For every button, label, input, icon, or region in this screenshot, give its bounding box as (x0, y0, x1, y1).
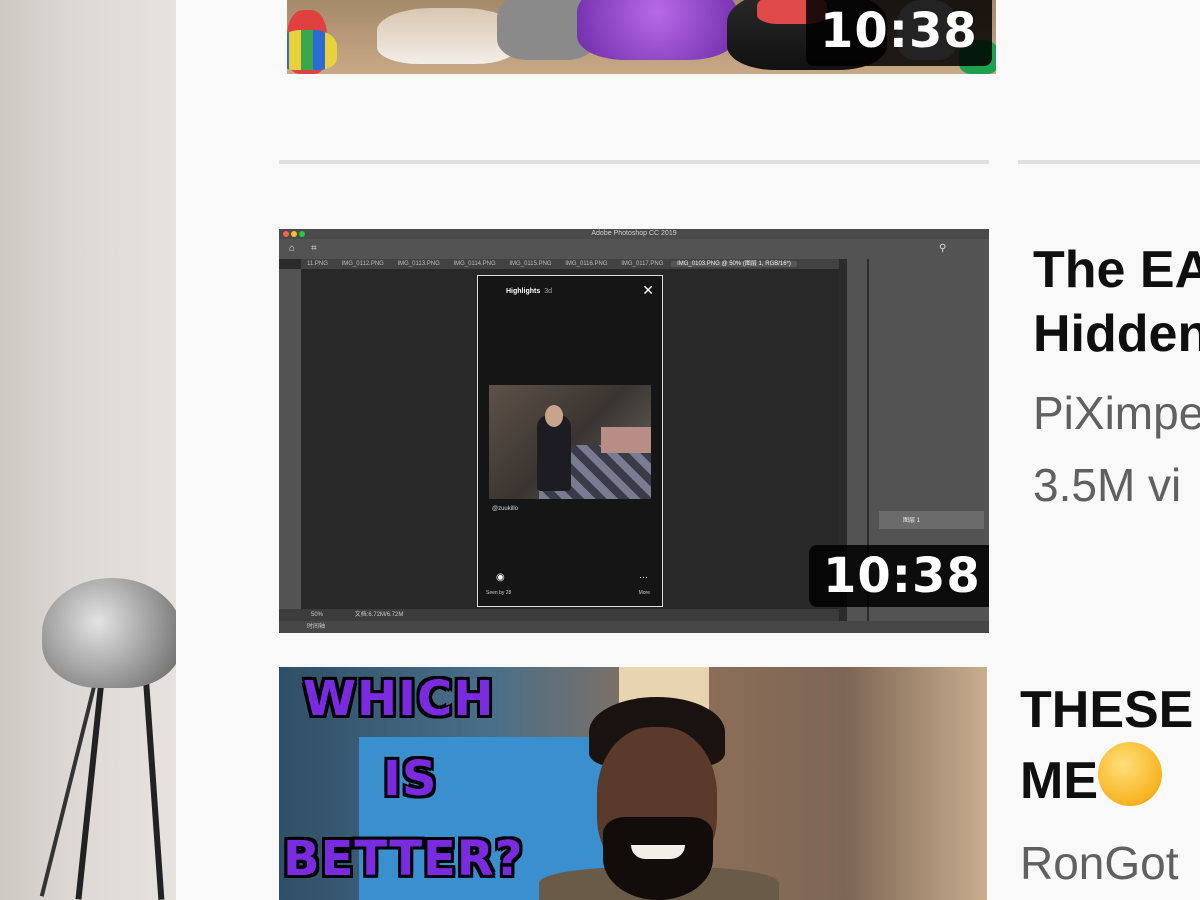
tab-document: IMG_0114.PNG (453, 261, 496, 267)
video-title-line: ME (1020, 752, 1098, 810)
lamp-image (42, 578, 176, 688)
app-titlebar: Adobe Photoshop CC 2019 (279, 229, 989, 239)
search-icon: ⚲ (939, 243, 947, 254)
story-seen-count: Seen by 28 (486, 590, 512, 596)
layer-row: 图层 1 (879, 511, 984, 529)
thumbnail-text: IS (383, 751, 438, 807)
document-info: 文档:6.72M/6.72M (354, 612, 404, 618)
tab-document: IMG_0113.PNG (397, 261, 440, 267)
video-duration-badge: 10:38 (806, 0, 992, 66)
tools-panel (279, 269, 301, 621)
story-more-label: More (638, 590, 650, 596)
video-title-line: Hidden (1033, 305, 1200, 363)
timeline-label: 时间轴 (307, 624, 326, 630)
layer-name: 图层 1 (903, 518, 921, 524)
close-icon: ✕ (642, 282, 654, 298)
app-title: Adobe Photoshop CC 2019 (591, 230, 677, 237)
home-icon: ⌂ (289, 243, 296, 254)
options-bar: ⌂ ⌗ ⚲ (279, 239, 989, 259)
zoom-level: 50% (311, 612, 324, 618)
tab-document: IMG_0115.PNG (509, 261, 552, 267)
story-time: 3d (544, 288, 553, 295)
channel-name[interactable]: PiXimpe (1033, 384, 1200, 442)
video-title[interactable]: THESE ME (1020, 678, 1193, 813)
section-divider (1018, 160, 1200, 164)
canvas-status-bar: 50% 文档:6.72M/6.72M (279, 609, 839, 621)
thumbnail-text: WHICH (303, 671, 495, 727)
channel-name[interactable]: RonGot (1020, 834, 1179, 892)
thumbnail-text: BETTER? (283, 831, 524, 887)
tab-document-active: IMG_0103.PNG @ 50% (图层 1, RGB/16*) (671, 261, 797, 267)
crop-icon: ⌗ (311, 243, 317, 254)
rubiks-cube-image (287, 30, 337, 70)
video-title-line: The EA (1033, 241, 1200, 299)
story-screenshot: Highlights 3d ✕ @zuukillo ◉ Seen by 28 ··… (477, 275, 663, 607)
background-photo (0, 0, 176, 900)
tab-document: 11.PNG (307, 261, 328, 267)
video-thumbnail-1[interactable]: 10:38 (287, 0, 996, 74)
section-divider (279, 160, 989, 164)
view-count: 3.5M vi (1033, 459, 1182, 511)
timeline-bar: 时间轴 (279, 621, 989, 633)
tab-document: IMG_0117.PNG (621, 261, 664, 267)
video-title-line: THESE (1020, 681, 1194, 739)
story-username: @zuukillo (492, 506, 519, 512)
more-icon: ··· (639, 572, 648, 582)
video-thumbnail-2[interactable]: Adobe Photoshop CC 2019 ⌂ ⌗ ⚲ 11.PNG IMG… (279, 229, 989, 633)
story-header: Highlights (506, 288, 541, 295)
video-title[interactable]: The EA Hidden (1033, 238, 1200, 366)
astonished-face-icon (1098, 742, 1162, 806)
video-duration-badge: 10:38 (809, 545, 989, 607)
tab-document: IMG_0112.PNG (341, 261, 384, 267)
video-thumbnail-3[interactable]: WHICH IS BETTER? (279, 667, 987, 900)
eye-icon: ◉ (496, 572, 505, 583)
tab-document: IMG_0116.PNG (565, 261, 608, 267)
story-photo (489, 385, 651, 499)
document-tabs: 11.PNG IMG_0112.PNG IMG_0113.PNG IMG_011… (301, 259, 839, 269)
